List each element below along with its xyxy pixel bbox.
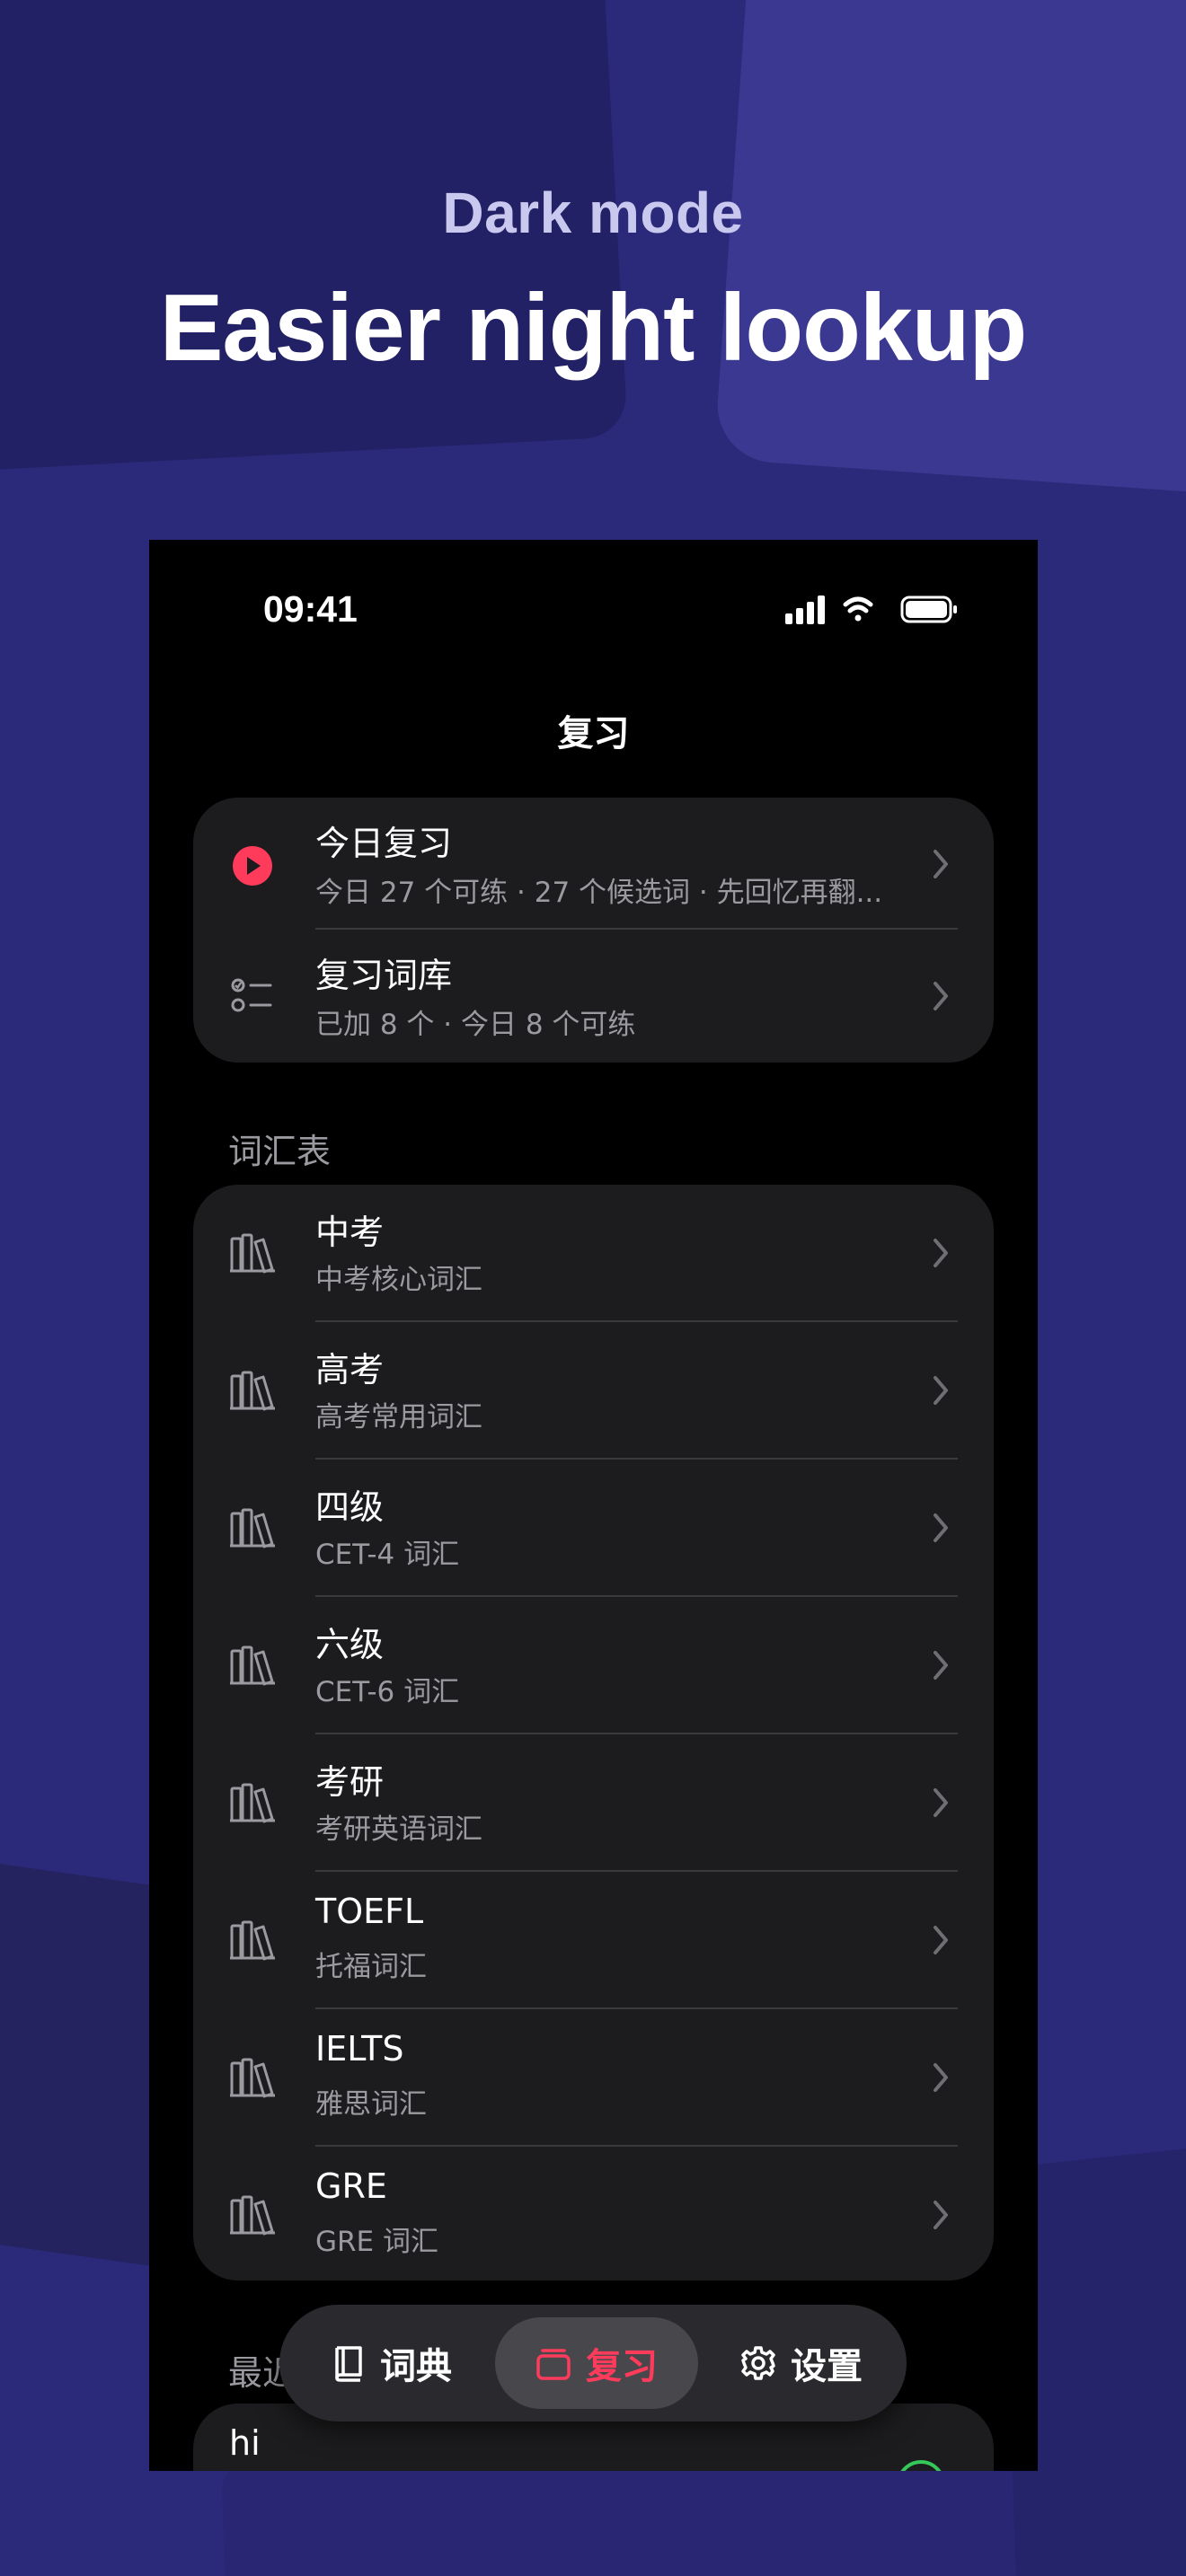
vocab-subtitle: GRE 词汇 [315, 2226, 439, 2258]
tab-bar: 词典 复习 设置 [279, 2305, 907, 2422]
books-icon [230, 1371, 275, 1411]
tab-dictionary[interactable]: 词典 [297, 2317, 486, 2409]
chevron-right-icon [934, 1513, 948, 1542]
status-time: 09:41 [263, 588, 358, 630]
checklist-icon [231, 978, 272, 1012]
vocab-title: IELTS [315, 2029, 404, 2069]
tab-settings[interactable]: 设置 [707, 2317, 896, 2409]
status-icons [785, 592, 974, 628]
chevron-right-icon [934, 2063, 948, 2092]
vocab-row-cet6[interactable]: 六级 CET-6 词汇 [193, 1597, 994, 1734]
vocab-section-header: 词汇表 [228, 1132, 332, 1171]
chevron-right-icon [934, 1788, 948, 1817]
today-review-subtitle: 今日 27 个可练 · 27 个候选词 · 先回忆再翻... [315, 877, 883, 909]
vocab-subtitle: CET-4 词汇 [315, 1539, 460, 1571]
tab-review[interactable]: 复习 [495, 2317, 698, 2409]
vocab-title: TOEFL [315, 1892, 424, 1931]
books-icon [230, 2058, 275, 2098]
books-icon [230, 1233, 275, 1274]
vocab-title: 考研 [315, 1762, 385, 1802]
battery-icon [900, 595, 957, 623]
vocab-row-zhongkao[interactable]: 中考 中考核心词汇 [193, 1185, 994, 1321]
vocab-row-ielts[interactable]: IELTS 雅思词汇 [193, 2009, 994, 2146]
chevron-right-icon [934, 2201, 948, 2229]
vocab-row-gre[interactable]: GRE GRE 词汇 [193, 2147, 994, 2280]
vocab-subtitle: 考研英语词汇 [315, 1813, 482, 1846]
vocab-row-toefl[interactable]: TOEFL 托福词汇 [193, 1872, 994, 2008]
vocab-subtitle: 中考核心词汇 [315, 1264, 482, 1296]
today-review-row[interactable]: 今日复习 今日 27 个可练 · 27 个候选词 · 先回忆再翻... [193, 798, 994, 931]
tab-label: 设置 [791, 2346, 863, 2387]
phone-screen: 09:41 复习 今日复习 今日 27 个可练 · 27 个候选词 · 先回忆再… [149, 540, 1038, 2471]
chevron-right-icon [934, 1651, 948, 1680]
vocab-title: GRE [315, 2166, 387, 2206]
vocab-row-gaokao[interactable]: 高考 高考常用词汇 [193, 1322, 994, 1459]
promo-title: Easier night lookup [159, 275, 1028, 381]
plus-circle-icon[interactable] [894, 2457, 948, 2471]
book-icon [335, 2346, 362, 2382]
vocab-row-cet4[interactable]: 四级 CET-4 词汇 [193, 1460, 994, 1596]
review-library-row[interactable]: 复习词库 已加 8 个 · 今日 8 个可练 [193, 930, 994, 1063]
books-icon [230, 1920, 275, 1961]
tab-label: 复习 [586, 2346, 658, 2387]
promo-subtitle: Dark mode [442, 181, 744, 245]
background-shape [713, 0, 1186, 510]
vocab-subtitle: 雅思词汇 [315, 2088, 427, 2121]
review-library-title: 复习词库 [315, 956, 453, 995]
today-review-title: 今日复习 [315, 824, 453, 863]
status-bar: 09:41 [149, 540, 1038, 657]
vocab-title: 中考 [315, 1213, 385, 1252]
vocab-title: 四级 [315, 1487, 385, 1527]
chevron-right-icon [934, 850, 948, 878]
review-card: 今日复习 今日 27 个可练 · 27 个候选词 · 先回忆再翻... 复习词库… [193, 798, 994, 1063]
books-icon [230, 1783, 275, 1823]
vocab-subtitle: 托福词汇 [315, 1951, 427, 1983]
books-icon [230, 1508, 275, 1548]
vocab-subtitle: 高考常用词汇 [315, 1401, 482, 1434]
play-circle-icon [233, 846, 272, 886]
review-library-subtitle: 已加 8 个 · 今日 8 个可练 [315, 1009, 636, 1041]
books-icon [230, 2195, 275, 2236]
signal-icon [785, 595, 825, 624]
page-title: 复习 [557, 713, 630, 754]
chevron-right-icon [934, 1926, 948, 1954]
vocab-title: 高考 [315, 1350, 385, 1389]
vocab-row-kaoyan[interactable]: 考研 考研英语词汇 [193, 1734, 994, 1871]
chevron-right-icon [934, 1239, 948, 1267]
cards-icon [536, 2349, 571, 2380]
wifi-icon [843, 596, 873, 622]
gear-icon [741, 2346, 775, 2380]
vocab-card: 中考 中考核心词汇 高考 高考常用词汇 四级 CET-4 词汇 六级 CET-6… [193, 1185, 994, 2280]
tab-label: 词典 [380, 2346, 452, 2387]
chevron-right-icon [934, 1376, 948, 1405]
books-icon [230, 1645, 275, 1686]
vocab-subtitle: CET-6 词汇 [315, 1676, 460, 1708]
vocab-title: 六级 [315, 1625, 385, 1664]
recent-word: hi [229, 2423, 261, 2463]
chevron-right-icon [934, 982, 948, 1010]
